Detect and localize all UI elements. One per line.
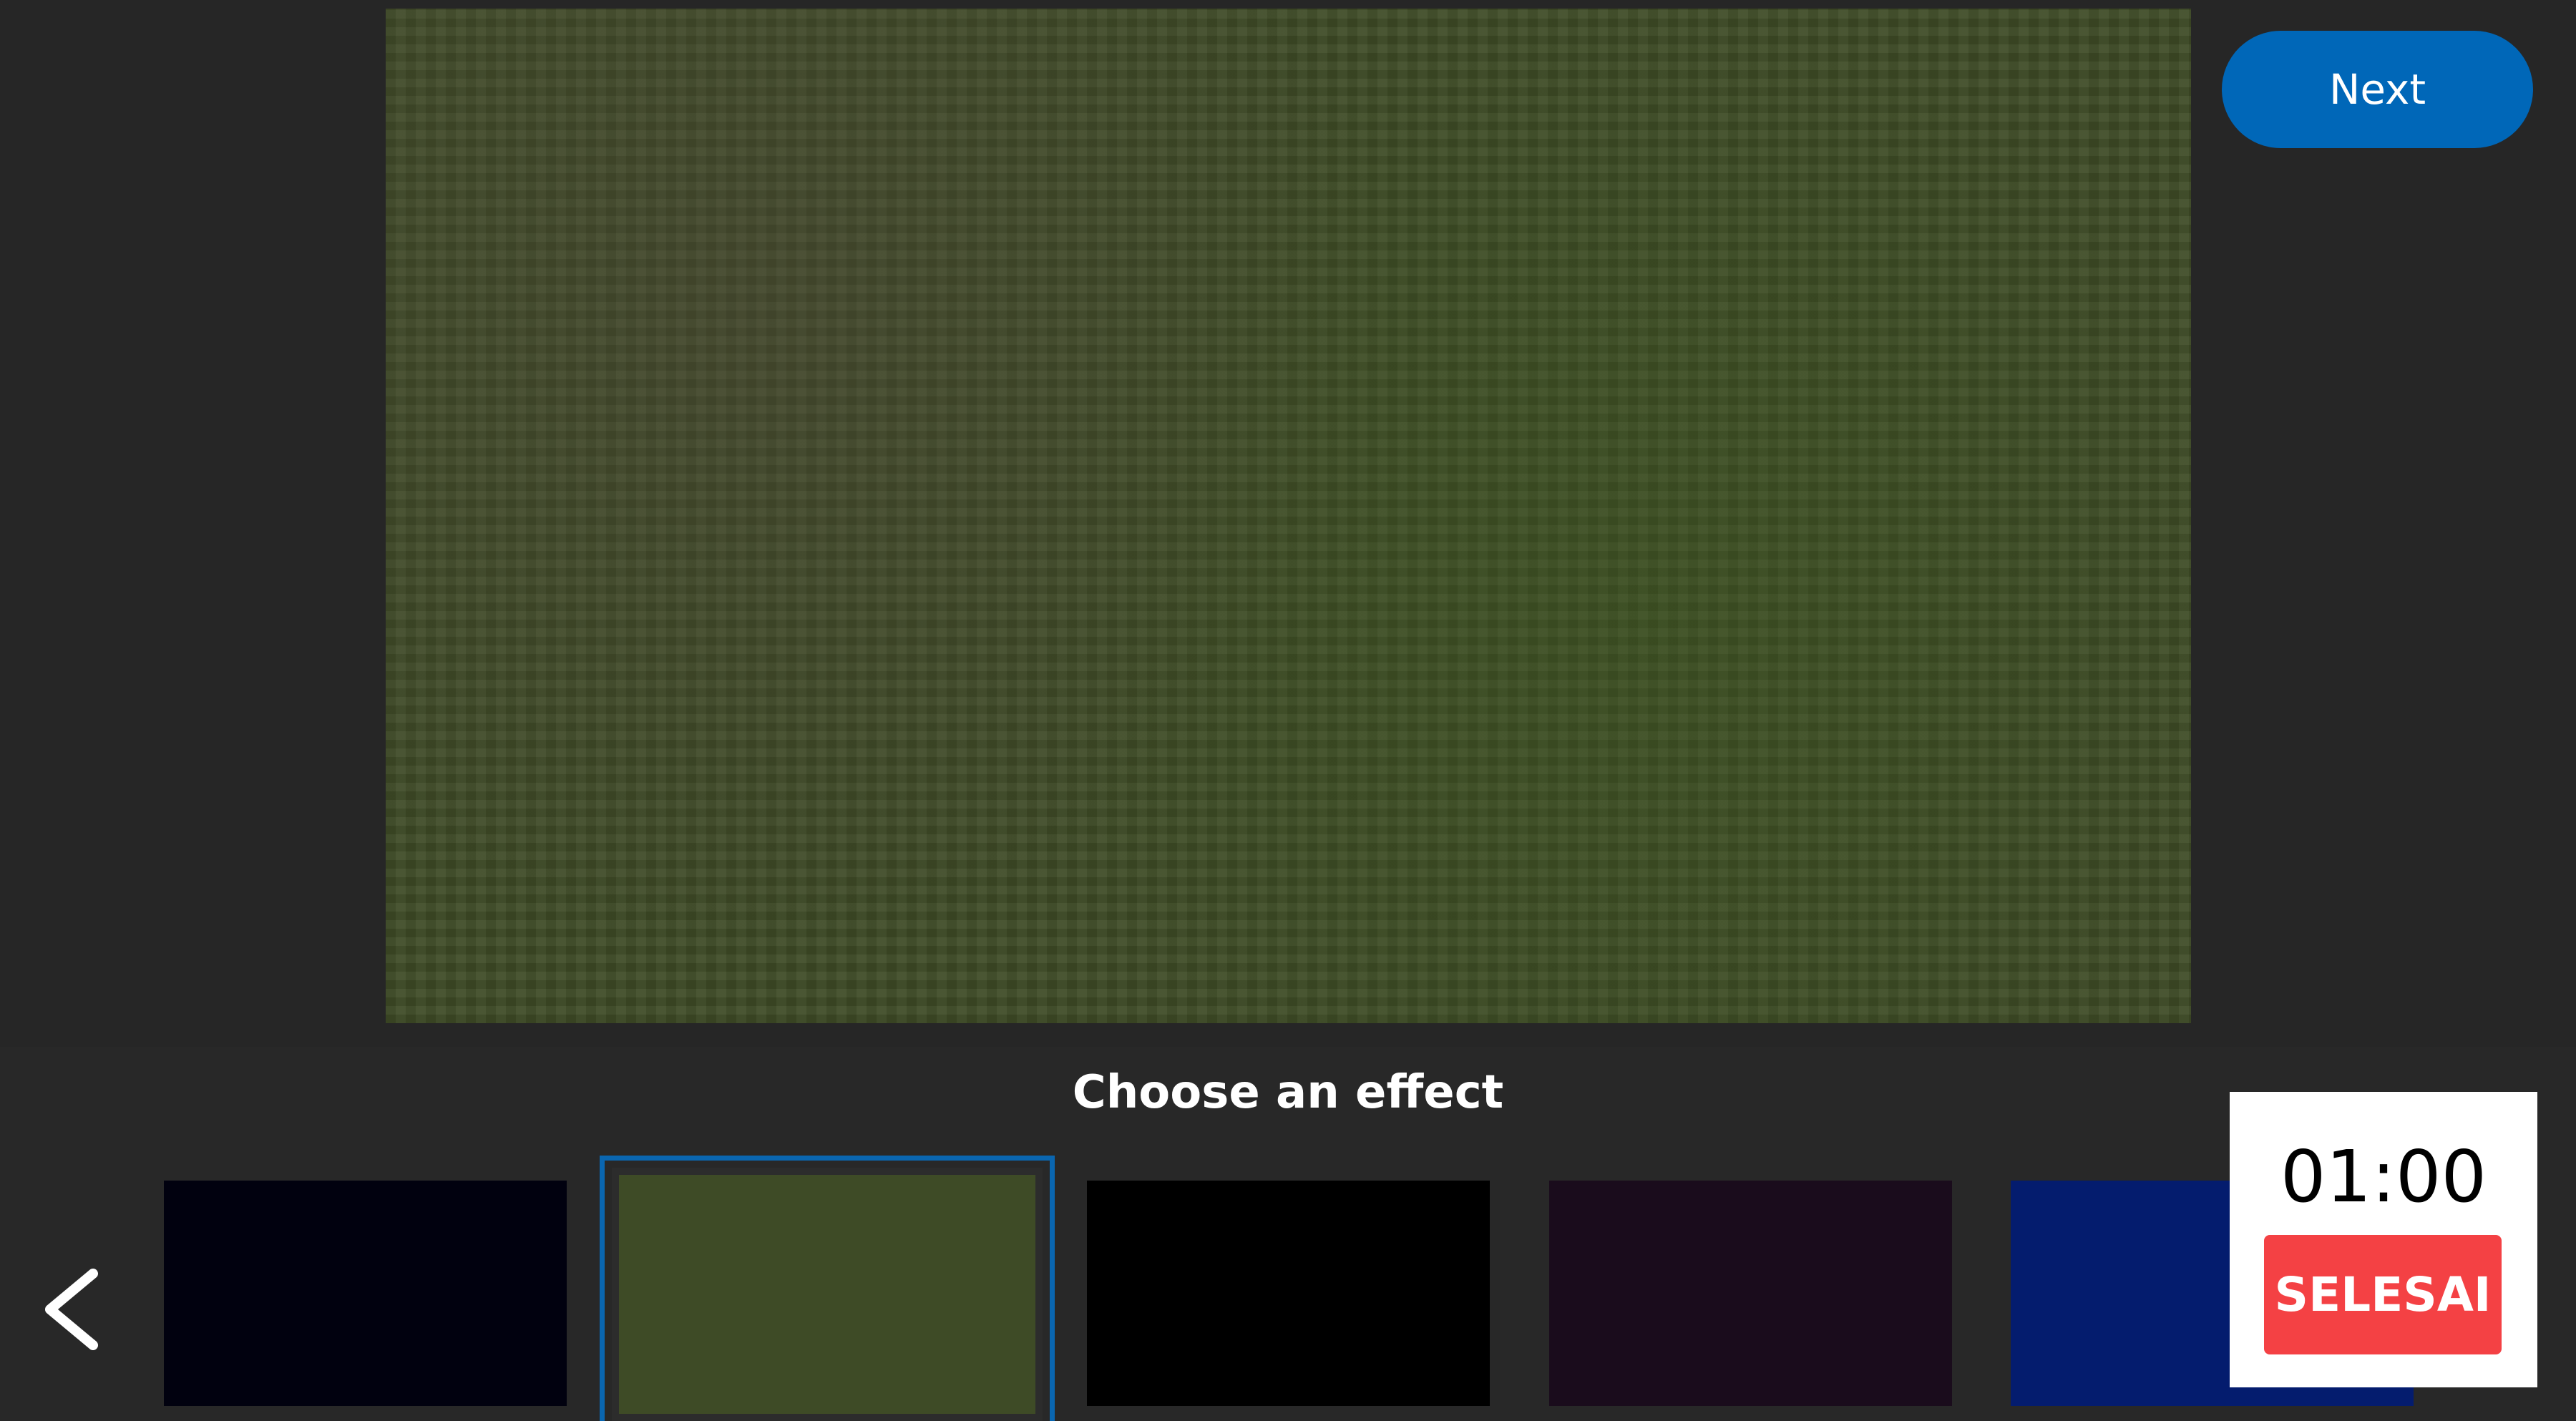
- finish-button[interactable]: SELESAI: [2264, 1235, 2502, 1354]
- effect-thumbnail[interactable]: [1549, 1181, 1952, 1406]
- timer-box: 01:00 SELESAI: [2230, 1092, 2537, 1387]
- chevron-left-icon[interactable]: [36, 1259, 114, 1359]
- app-root: Next Choose an effect 01:00 SELESAI: [0, 0, 2576, 1421]
- effect-thumbnail[interactable]: [1087, 1181, 1490, 1406]
- effect-thumbnail[interactable]: [600, 1156, 1055, 1421]
- timer-value: 01:00: [2280, 1135, 2487, 1219]
- next-button[interactable]: Next: [2222, 31, 2533, 148]
- effect-thumbnail[interactable]: [164, 1181, 567, 1406]
- video-preview: [386, 9, 2191, 1023]
- panel-title: Choose an effect: [1072, 1066, 1504, 1119]
